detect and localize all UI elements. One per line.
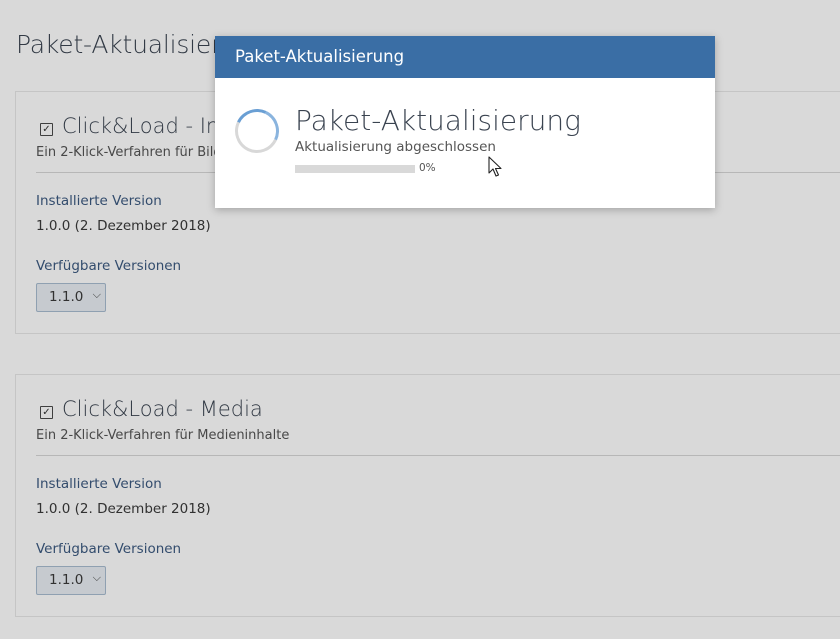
progress-bar xyxy=(295,165,415,173)
dialog-title: Paket-Aktualisierung xyxy=(235,47,405,66)
mouse-pointer-icon xyxy=(488,156,502,177)
dialog-header: Paket-Aktualisierung xyxy=(215,36,715,78)
dialog-heading: Paket-Aktualisierung xyxy=(295,104,581,137)
dialog-status-text: Aktualisierung abgeschlossen xyxy=(295,139,496,155)
progress-percent: 0% xyxy=(419,162,436,174)
package-update-page: Paket-Aktualisierung ✓ Click&Load - Imag… xyxy=(0,0,840,639)
update-dialog: Paket-Aktualisierung Paket-Aktualisierun… xyxy=(215,36,715,208)
loading-spinner-icon xyxy=(228,102,286,160)
